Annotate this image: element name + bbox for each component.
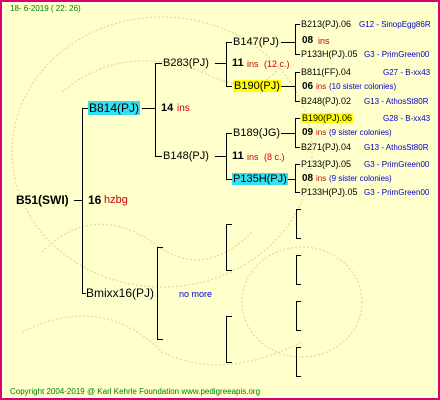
gen1-lower-note: no more: [179, 289, 213, 299]
gen2-a-extra: (12 c.): [264, 59, 290, 69]
connector: [226, 362, 232, 363]
connector: [281, 86, 295, 87]
connector: [226, 133, 227, 179]
gen4-a1m-sub: G3 - PrimGreen00: [364, 50, 430, 59]
connector: [295, 118, 296, 147]
connector: [281, 133, 295, 134]
gen3-b2-ins-count: 08: [302, 173, 314, 184]
gen3-b2-extra: (9 sister colonies): [329, 174, 392, 183]
root-queen[interactable]: B51(SWI): [16, 193, 69, 207]
connector: [296, 347, 301, 348]
connector: [155, 156, 162, 157]
gen1-upper-mark: ins: [177, 103, 190, 114]
connector: [281, 42, 295, 43]
gen2-b-extra: (8 c.): [264, 152, 285, 162]
gen4-b1m-queen[interactable]: B271(PJ).04: [301, 142, 351, 152]
connector: [157, 247, 158, 339]
gen4-b1m-sub: G13 - AthosSt80R: [364, 143, 429, 152]
gen2-b-ins-count: 11: [232, 150, 244, 162]
connector: [157, 247, 163, 248]
connector: [295, 101, 300, 102]
connector: [295, 164, 296, 192]
root-mark: hzbg: [104, 194, 128, 206]
gen3-a1-ins-count: 08: [302, 35, 314, 46]
connector: [295, 24, 300, 25]
gen3-a2-ins-count: 06: [302, 81, 314, 92]
connector: [295, 118, 300, 119]
gen4-a1f-queen[interactable]: B213(PJ).06: [301, 19, 351, 29]
gen2-a-mark: ins: [247, 59, 259, 69]
gen4-a2m-sub: G13 - AthosSt80R: [364, 97, 429, 106]
connector: [226, 133, 232, 134]
gen4-b2f-sub: G3 - PrimGreen00: [364, 160, 430, 169]
connector: [155, 63, 162, 64]
connector: [296, 209, 301, 210]
gen2-a-ins-count: 11: [232, 57, 244, 69]
pedigree-frame: 18- 6-2019 ( 22: 26) B51(SWI) 16 hzbg B8…: [0, 0, 440, 400]
connector: [295, 147, 300, 148]
connector: [226, 224, 227, 270]
connector: [295, 72, 296, 101]
connector: [296, 301, 301, 302]
gen3-b1-extra: (9 sister colonies): [329, 128, 392, 137]
gen1-lower-queen[interactable]: Bmixx16(PJ): [86, 286, 154, 300]
gen2-a-queen[interactable]: B283(PJ): [163, 57, 209, 69]
connector: [295, 192, 300, 193]
gen3-b1-queen[interactable]: B189(JG): [233, 127, 280, 139]
connector: [155, 63, 156, 156]
gen4-a2f-sub: G27 - B-xx43: [383, 68, 431, 77]
gen4-a2m-queen[interactable]: B248(PJ).02: [301, 96, 351, 106]
connector: [296, 284, 301, 285]
gen3-b2-mark: ins: [316, 174, 327, 183]
gen3-a2-mark: ins: [316, 82, 327, 91]
connector: [142, 108, 155, 109]
gen2-b-queen[interactable]: B148(PJ): [163, 150, 209, 162]
gen3-b1-mark: ins: [316, 128, 327, 137]
connector: [295, 164, 300, 165]
gen4-b2f-queen[interactable]: P133(PJ).05: [301, 159, 351, 169]
gen4-b1f-sub: G28 - B-xx43: [383, 114, 431, 123]
connector: [226, 86, 232, 87]
connector: [215, 156, 226, 157]
root-ins-count: 16: [88, 193, 102, 207]
header-date: 18- 6-2019 ( 22: 26): [10, 4, 81, 13]
connector: [226, 42, 232, 43]
connector: [226, 316, 232, 317]
connector: [296, 301, 297, 330]
gen4-b2m-queen[interactable]: P133H(PJ).05: [301, 187, 358, 197]
gen3-a1-mark: ins: [318, 36, 330, 46]
gen1-upper-queen[interactable]: B814(PJ): [88, 101, 141, 115]
connector: [157, 339, 163, 340]
connector: [296, 330, 301, 331]
gen4-b2m-sub: G3 - PrimGreen00: [364, 188, 430, 197]
connector: [296, 238, 301, 239]
gen4-a1f-sub: G12 - SinopEgg86R: [359, 20, 431, 29]
connector: [296, 209, 297, 238]
gen3-a2-queen[interactable]: B190(PJ): [233, 80, 281, 92]
connector: [296, 255, 301, 256]
connector: [295, 54, 300, 55]
gen3-b2-queen[interactable]: P135H(PJ): [232, 173, 288, 185]
gen1-upper-ins-count: 14: [161, 102, 174, 114]
gen3-b1-ins-count: 09: [302, 127, 314, 138]
gen4-a2f-queen[interactable]: B811(FF).04: [301, 67, 351, 77]
connector: [226, 42, 227, 86]
connector: [226, 316, 227, 362]
connector: [226, 224, 232, 225]
connector: [82, 108, 83, 294]
connector: [215, 63, 226, 64]
connector: [295, 72, 300, 73]
gen3-a2-extra: (10 sister colonies): [329, 82, 397, 91]
connector: [295, 24, 296, 54]
connector: [74, 200, 82, 201]
connector: [296, 255, 297, 284]
footer-copyright: Copyright 2004-2019 @ Karl Kehrle Founda…: [10, 387, 261, 396]
gen4-b1f-queen[interactable]: B190(PJ).06: [301, 113, 354, 123]
gen2-b-mark: ins: [247, 152, 259, 162]
gen4-a1m-queen[interactable]: P133H(PJ).05: [301, 49, 358, 59]
gen3-a1-queen[interactable]: B147(PJ): [233, 36, 279, 48]
connector: [296, 376, 301, 377]
connector: [296, 347, 297, 376]
connector: [226, 270, 232, 271]
